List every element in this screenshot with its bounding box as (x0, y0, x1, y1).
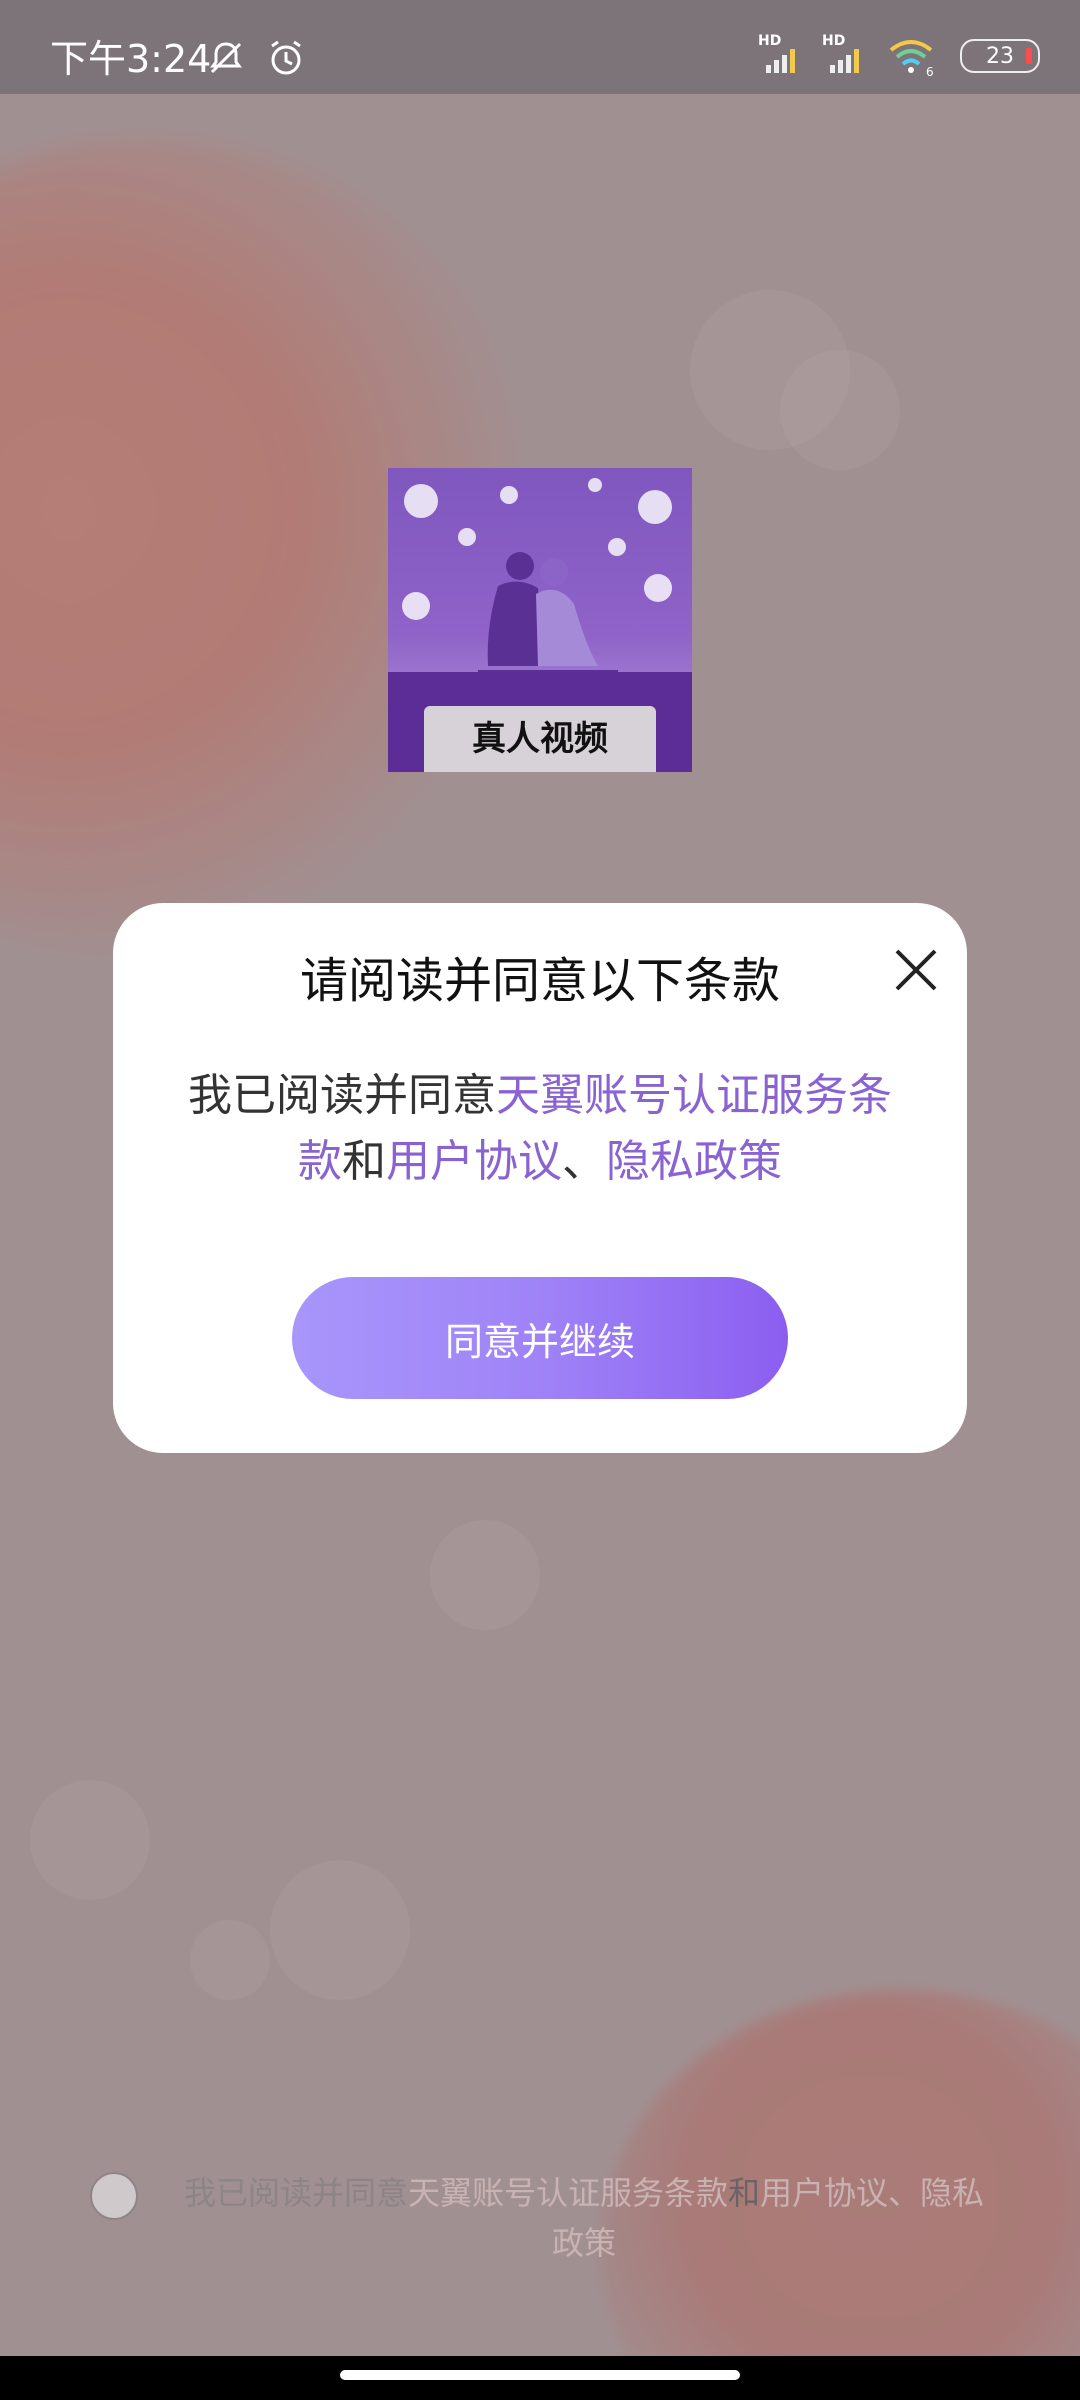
link-user-agreement[interactable]: 用户协议 (386, 1136, 562, 1187)
status-time: 下午3:24 (50, 37, 212, 81)
battery-level: 23 (986, 43, 1014, 69)
body-prefix: 我已阅读并同意 (188, 1070, 496, 1121)
dialog-title: 请阅读并同意以下条款 (299, 953, 780, 1009)
bottom-prefix: 我已阅读并同意 (183, 2174, 408, 2212)
wifi-label: 6 (926, 65, 934, 76)
home-indicator[interactable] (340, 2370, 740, 2380)
bottom-agreement-text: 我已阅读并同意天翼账号认证服务条款和用户协议、隐私政策 (164, 2168, 1004, 2268)
mute-icon (210, 42, 242, 74)
agree-continue-button[interactable]: 同意并继续 (292, 1277, 788, 1399)
logo-caption: 真人视频 (424, 706, 656, 772)
signal-icon: HD (758, 33, 798, 73)
signal-icon: HD (822, 33, 862, 73)
bottom-link-user-agreement[interactable]: 用户协议 (760, 2174, 888, 2212)
couple-silhouette-icon (478, 552, 618, 680)
agree-checkbox[interactable] (90, 2172, 138, 2220)
bottom-link-privacy-1[interactable]: 隐私 (920, 2174, 984, 2212)
link-privacy-policy[interactable]: 隐私政策 (606, 1136, 782, 1187)
bottom-link-privacy-2[interactable]: 政策 (552, 2224, 616, 2262)
bottom-link-service-terms[interactable]: 天翼账号认证服务条款 (408, 2174, 728, 2212)
bottom-separator: 、 (888, 2174, 921, 2212)
bottom-and: 和 (727, 2174, 760, 2212)
dialog-body: 我已阅读并同意天翼账号认证服务条款和用户协议、隐私政策 (173, 1063, 907, 1195)
alarm-icon (271, 40, 301, 75)
status-bar: 下午3:24 HD HD 6 23 (0, 0, 1080, 94)
body-and: 和 (342, 1136, 386, 1187)
wifi-icon: 6 (889, 40, 934, 76)
app-logo: 真人视频 (388, 468, 692, 772)
close-icon[interactable] (891, 945, 941, 995)
terms-dialog: 请阅读并同意以下条款 我已阅读并同意天翼账号认证服务条款和用户协议、隐私政策 同… (113, 903, 967, 1453)
body-separator: 、 (562, 1136, 606, 1187)
navigation-bar (0, 2356, 1080, 2400)
battery-icon: 23 (960, 39, 1040, 73)
